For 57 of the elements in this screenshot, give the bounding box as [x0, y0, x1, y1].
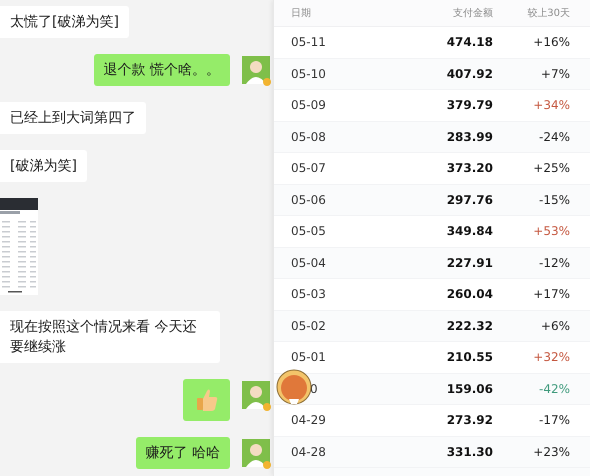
- date-cell-text: 05-11: [290, 35, 327, 50]
- date-cell-text: 05-10: [290, 66, 327, 81]
- screenshot-thumbnail[interactable]: [0, 198, 38, 295]
- date-cell-text: 05-01: [290, 350, 327, 364]
- date-cell-text: 05-08: [290, 130, 327, 144]
- date-cell-text: 04-28: [290, 444, 327, 459]
- date-cell-text: 0: [309, 382, 319, 396]
- message-bubble: 太慌了[破涕为笑]: [0, 6, 129, 38]
- amount-cell-text: 349.84: [446, 224, 493, 238]
- avatar-icon[interactable]: [242, 56, 272, 86]
- change-cell-text: -12%: [538, 256, 570, 270]
- change-cell-text: +25%: [532, 161, 570, 176]
- amount-cell-text: 373.20: [446, 161, 493, 176]
- amount-cell-text: 474.18: [446, 35, 493, 50]
- change-cell-text: -17%: [538, 413, 570, 428]
- column-header: 支付金额: [452, 6, 493, 20]
- message-bubble: 赚死了 哈哈: [136, 437, 230, 469]
- avatar-icon[interactable]: [242, 381, 272, 411]
- change-cell-text: +34%: [532, 98, 570, 112]
- amount-cell-text: 227.91: [446, 256, 493, 270]
- amount-cell-text: 159.06: [446, 382, 493, 396]
- change-cell-text: +16%: [532, 35, 570, 50]
- date-cell-text: 05-07: [290, 161, 327, 176]
- column-header: 较上30天: [526, 6, 570, 20]
- avatar-icon[interactable]: [276, 369, 312, 405]
- change-cell-text: -15%: [538, 192, 570, 207]
- date-cell-text: 05-04: [290, 256, 327, 270]
- date-cell-text: 05-03: [290, 287, 327, 302]
- date-cell-text: 05-09: [290, 98, 327, 112]
- change-cell-text: +23%: [532, 444, 570, 459]
- amount-cell-text: 297.76: [446, 192, 493, 207]
- message-bubble: [破涕为笑]: [0, 150, 87, 182]
- date-cell-text: 05-06: [290, 192, 327, 207]
- amount-cell-text: 260.04: [446, 287, 493, 302]
- change-cell-text: +17%: [532, 287, 570, 302]
- message-bubble: 退个款 慌个啥。。: [94, 54, 230, 86]
- change-cell-text: -24%: [538, 130, 570, 144]
- change-cell-text: +7%: [540, 66, 570, 81]
- column-header: 日期: [290, 6, 312, 20]
- change-cell-text: +32%: [532, 350, 570, 364]
- date-cell-text: 05-05: [290, 224, 327, 238]
- message-bubble: 现在按照这个情况来看 今天还要继续涨: [0, 311, 220, 363]
- change-cell-text: +53%: [532, 224, 570, 238]
- amount-cell-text: 222.32: [446, 318, 493, 333]
- change-cell-text: +6%: [540, 318, 570, 333]
- date-cell-text: 04-29: [290, 413, 327, 428]
- thumbs-up-icon: [196, 388, 218, 412]
- amount-cell-text: 273.92: [446, 413, 493, 428]
- amount-cell-text: 331.30: [446, 444, 493, 459]
- amount-cell-text: 379.79: [446, 98, 493, 112]
- date-cell-text: 05-02: [290, 318, 327, 333]
- amount-cell-text: 407.92: [446, 66, 493, 81]
- amount-cell-text: 283.99: [446, 130, 493, 144]
- change-cell-text: -42%: [538, 382, 570, 396]
- amount-cell-text: 210.55: [446, 350, 493, 364]
- message-bubble: 已经上到大词第四了: [0, 102, 146, 134]
- avatar-icon[interactable]: [242, 439, 272, 469]
